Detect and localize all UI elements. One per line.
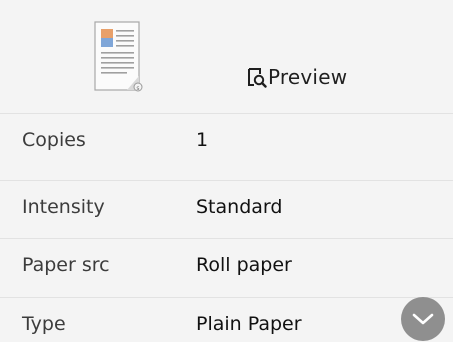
setting-value: Standard [196, 196, 283, 218]
setting-row-paper-src[interactable]: Paper src Roll paper [0, 238, 453, 293]
preview-label: Preview [268, 65, 348, 89]
preview-area: s Preview [0, 0, 453, 113]
scroll-down-button[interactable] [401, 297, 445, 341]
setting-label: Paper src [22, 254, 110, 276]
setting-label: Copies [22, 129, 86, 151]
setting-row-type[interactable]: Type Plain Paper [0, 297, 453, 342]
preview-magnifier-icon [246, 67, 267, 88]
setting-value: Plain Paper [196, 313, 302, 335]
setting-label: Type [22, 313, 66, 335]
document-thumbnail-icon[interactable]: s [93, 20, 147, 96]
setting-value: Roll paper [196, 254, 292, 276]
print-settings-screen: s Preview Copies 1 Intensity Standard Pa… [0, 0, 453, 342]
setting-row-intensity[interactable]: Intensity Standard [0, 180, 453, 235]
setting-value: 1 [196, 129, 209, 151]
setting-row-copies[interactable]: Copies 1 [0, 113, 453, 168]
preview-button[interactable]: Preview [246, 62, 347, 92]
setting-label: Intensity [22, 196, 105, 218]
svg-text:s: s [136, 85, 139, 92]
chevron-down-icon [412, 313, 434, 325]
